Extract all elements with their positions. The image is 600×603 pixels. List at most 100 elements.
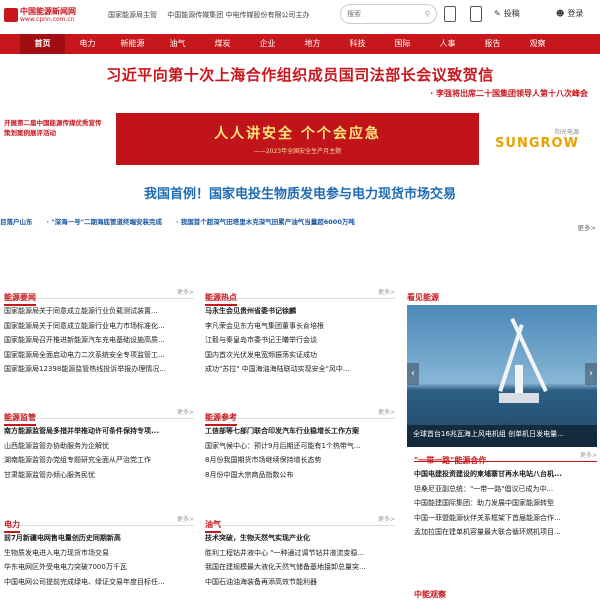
list-item[interactable]: 国家气候中心：预计9月后期还可能有1个热带气... xyxy=(205,439,395,454)
list-item[interactable]: 马永生会见贵州省委书记徐麟 xyxy=(205,304,395,319)
list-item[interactable]: 国家能源局关于同意成立能源行业电力市场标准化... xyxy=(4,319,194,334)
list-item[interactable]: 中国石油油海装备再添高效节能利器 xyxy=(205,575,395,590)
section-title[interactable]: 能源参考 xyxy=(205,412,237,426)
more-link[interactable]: 更多> xyxy=(580,450,597,459)
list-item[interactable]: 成功"苏拉" 中国海油海陆联动实现安全"风中... xyxy=(205,362,395,377)
ticker-more-link[interactable]: 更多> xyxy=(578,222,596,232)
ad-safety-sub: ——2023年全国安全生产月主题 xyxy=(253,148,342,155)
list-item[interactable]: 华东电网区外受电电力突破7000万千瓦 xyxy=(4,560,194,575)
nav-report[interactable]: 报告 xyxy=(470,34,515,54)
search-icon[interactable]: ⚲ xyxy=(425,10,430,18)
list-item[interactable]: 前7月新疆电网售电量创历史同期新高 xyxy=(4,531,194,546)
top-headline[interactable]: 习近平向第十次上海合作组织成员国司法部长会议致贺信 xyxy=(0,64,600,85)
list-item[interactable]: 胜利工程钻井液中心 "一种通过调节钻井液流变稳... xyxy=(205,546,395,561)
top-link-sponsor: 国家能源局主管 xyxy=(108,11,157,19)
list-item[interactable]: 国家能源局关于同意成立能源行业负载测试装置... xyxy=(4,304,194,319)
ad-sungrow-banner[interactable]: 阳光电源 SUNGROW xyxy=(487,113,587,165)
ad-sungrow-cn: 阳光电源 xyxy=(554,129,579,136)
site-logo[interactable]: 中国能源新闻网 www.cpnn.com.cn xyxy=(4,7,96,23)
more-link[interactable]: 更多> xyxy=(177,514,194,523)
list-item[interactable]: 中国电建投资建设的柬埔寨甘再水电站八台机... xyxy=(414,467,597,482)
ad-safety-title: 人人讲安全 个个会应急 xyxy=(214,126,381,142)
login-button[interactable]: ☻ 登录 xyxy=(556,8,583,19)
nav-tech[interactable]: 科技 xyxy=(335,34,380,54)
section-observe: 中能观察 xyxy=(414,582,597,599)
list-item[interactable]: 国家能源局12398能源监管热线投诉举报办理情况... xyxy=(4,362,194,377)
next-arrow-icon[interactable]: › xyxy=(585,363,597,385)
more-link[interactable]: 更多> xyxy=(177,407,194,416)
main-nav: 首页 电力 新能源 油气 煤炭 企业 地方 科技 国际 人事 报告 观察 xyxy=(0,34,600,54)
more-link[interactable]: 更多> xyxy=(378,287,395,296)
nav-international[interactable]: 国际 xyxy=(380,34,425,54)
more-link[interactable]: 更多> xyxy=(378,514,395,523)
news-ticker: 目落户山东 · "深海一号"二期海底管道终端安装完成 · 我国首个超深气田塔里木… xyxy=(0,216,600,226)
feature-headline[interactable]: 我国首例！国家电投生物质发电参与电力现货市场交易 xyxy=(0,183,600,202)
list-item[interactable]: 8月份我国期货市场继续保持增长态势 xyxy=(205,453,395,468)
top-bar: 中国能源新闻网 www.cpnn.com.cn 国家能源局主管 中国能源传媒集团… xyxy=(0,0,600,30)
search-input[interactable] xyxy=(347,10,407,18)
list-item[interactable]: 8月份中国大宗商品指数公布 xyxy=(205,468,395,483)
ad-left-banner[interactable]: 开展第二届中国能源传媒优秀宣传策划案例展评活动 xyxy=(0,113,108,165)
nav-power[interactable]: 电力 xyxy=(65,34,110,54)
section-title[interactable]: 能源要闻 xyxy=(4,292,36,306)
list-item[interactable]: 湖南能源监管办党组专题研究全面从严治党工作 xyxy=(4,453,194,468)
nav-new-energy[interactable]: 新能源 xyxy=(110,34,155,54)
list-item[interactable]: 我国在建规模最大液化天然气储备基地接卸总量突... xyxy=(205,560,395,575)
list-item[interactable]: 生物质发电进入电力现货市场交易 xyxy=(4,546,194,561)
ticker-item[interactable]: · "深海一号"二期海底管道终端安装完成 xyxy=(47,216,163,226)
list-item[interactable]: 孟加拉国在建单机容量最大联合循环燃机项目... xyxy=(414,525,597,540)
section-title[interactable]: "一带一路"能源合作 xyxy=(414,455,486,469)
section-power: 电力 更多> 前7月新疆电网售电量创历史同期新高 生物质发电进入电力现货市场交易 … xyxy=(4,512,194,589)
more-link[interactable]: 更多> xyxy=(378,407,395,416)
list-item[interactable]: 南方能源监管局多措并举推动许可条件保持专项... xyxy=(4,424,194,439)
photo-slide[interactable]: ‹ › 全球首台16兆瓦海上风电机组 创单机日发电量... xyxy=(407,305,597,447)
list-item[interactable]: 国家能源局召开推进新能源汽车充电基础设施高质... xyxy=(4,333,194,348)
sub-headline[interactable]: · 李强将出席二十国集团领导人第十八次峰会 xyxy=(0,88,588,99)
section-title[interactable]: 电力 xyxy=(4,519,20,533)
nav-home[interactable]: 首页 xyxy=(20,34,65,54)
section-title[interactable]: 看见能源 xyxy=(407,292,439,306)
nav-enterprise[interactable]: 企业 xyxy=(245,34,290,54)
ticker-item[interactable]: 目落户山东 xyxy=(0,216,33,226)
list-item[interactable]: 中国一菲盟能源伙伴关系框架下首届能源合作... xyxy=(414,511,597,526)
more-link[interactable]: 更多> xyxy=(177,287,194,296)
tablet-icon[interactable] xyxy=(470,6,482,22)
section-photo: 看见能源 ‹ › 全球首台16兆瓦海上风电机组 创单机日发电量... xyxy=(407,285,597,447)
section-reference: 能源参考 更多> 工信部等七部门联合印发汽车行业稳增长工作方案 国家气候中心：预计… xyxy=(205,405,395,482)
nav-observe[interactable]: 观察 xyxy=(515,34,560,54)
list-item[interactable]: 坦桑尼亚副总统："一带一路"倡议已成为中... xyxy=(414,482,597,497)
list-item[interactable]: 中国能建国际集团：助力发展中国家能源转型 xyxy=(414,496,597,511)
logo-url: www.cpnn.com.cn xyxy=(20,16,75,23)
post-icon: ✎ xyxy=(494,9,501,18)
top-link-host: 中国能源传媒集团 中电传媒股份有限公司主办 xyxy=(167,11,310,19)
post-button[interactable]: ✎ 投稿 xyxy=(494,8,520,19)
list-item[interactable]: 国内首次光伏发电宽频振荡实证成功 xyxy=(205,348,395,363)
nav-coal[interactable]: 煤炭 xyxy=(200,34,245,54)
list-item[interactable]: 甘肃能源监管办倾心服务民忧 xyxy=(4,468,194,483)
list-item[interactable]: 技术突破，生物天然气实现产业化 xyxy=(205,531,395,546)
post-label: 投稿 xyxy=(503,9,520,18)
list-item[interactable]: 李凡荣会见东方电气集团董事长俞培根 xyxy=(205,319,395,334)
user-icon: ☻ xyxy=(556,9,565,18)
ticker-item[interactable]: · 我国首个超深气田塔里木克深气田累产油气当量超6000万吨 xyxy=(176,216,355,226)
list-item[interactable]: 工信部等七部门联合印发汽车行业稳增长工作方案 xyxy=(205,424,395,439)
section-belt-road: "一带一路"能源合作 更多> 中国电建投资建设的柬埔寨甘再水电站八台机... 坦桑… xyxy=(414,448,597,540)
nav-oil-gas[interactable]: 油气 xyxy=(155,34,200,54)
prev-arrow-icon[interactable]: ‹ xyxy=(407,363,419,385)
list-item[interactable]: 江毅与秦皇岛市委书记王曦举行会谈 xyxy=(205,333,395,348)
nav-personnel[interactable]: 人事 xyxy=(425,34,470,54)
ad-safety-banner[interactable]: 人人讲安全 个个会应急 ——2023年全国安全生产月主题 xyxy=(116,113,479,165)
section-title[interactable]: 油气 xyxy=(205,519,221,533)
ticker-wrap: 目落户山东 · "深海一号"二期海底管道终端安装完成 · 我国首个超深气田塔里木… xyxy=(0,216,600,232)
list-item[interactable]: 山西能源监管办协助服务为企解忧 xyxy=(4,439,194,454)
login-label: 登录 xyxy=(567,9,584,18)
photo-caption[interactable]: 全球首台16兆瓦海上风电机组 创单机日发电量... xyxy=(407,425,597,447)
section-title[interactable]: 能源热点 xyxy=(205,292,237,306)
section-title[interactable]: 中能观察 xyxy=(414,589,446,603)
list-item[interactable]: 中国电网公司提前完成绿电、绿证交易年度目标任... xyxy=(4,575,194,590)
nav-local[interactable]: 地方 xyxy=(290,34,335,54)
section-title[interactable]: 能源监管 xyxy=(4,412,36,426)
mobile-icon[interactable] xyxy=(444,6,456,22)
search-box[interactable]: ⚲ xyxy=(340,4,437,24)
list-item[interactable]: 国家能源局全面启动电力二次系统安全专项监管工... xyxy=(4,348,194,363)
